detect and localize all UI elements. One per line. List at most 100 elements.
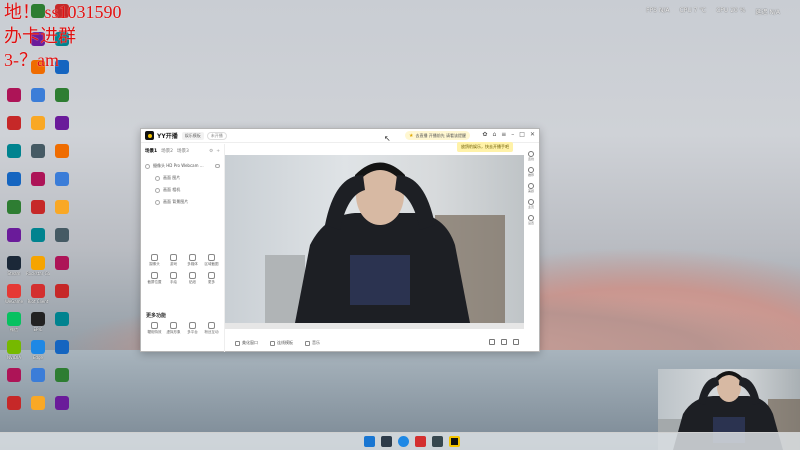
tool-multiplatform[interactable]: 多平台: [183, 322, 202, 335]
desktop-icon[interactable]: [50, 88, 74, 103]
desktop-icon[interactable]: [50, 368, 74, 383]
tool-fan-interact[interactable]: 粉丝互动: [202, 322, 221, 335]
desktop-icon[interactable]: [26, 368, 50, 383]
desktop-icon[interactable]: [26, 200, 50, 215]
steam-icon[interactable]: [381, 436, 392, 447]
gift-icon[interactable]: ✿: [482, 131, 487, 138]
source-icon: [145, 163, 150, 169]
close-icon[interactable]: ✕: [530, 131, 535, 138]
tool-avatar[interactable]: 虚拟形象: [164, 322, 183, 335]
app-icon: [55, 396, 69, 410]
list-item[interactable]: 摄像头 HD Pro Webcam ...: [145, 160, 220, 172]
desktop-icon[interactable]: [26, 144, 50, 159]
menu-icon[interactable]: ≡: [501, 131, 506, 138]
desktop-icon[interactable]: [2, 172, 26, 187]
desktop-icon[interactable]: [2, 116, 26, 131]
fullscreen-icon[interactable]: [513, 339, 519, 345]
list-item[interactable]: 画面 相机: [145, 184, 220, 196]
list-item[interactable]: 画面 图片: [145, 172, 220, 184]
preview-footer-strip: [225, 323, 524, 329]
desktop-icon[interactable]: [26, 88, 50, 103]
app-icon: [31, 396, 45, 410]
tab-scene-3[interactable]: 场景3: [177, 148, 189, 154]
notice-pill[interactable]: ★ 去直播 开播前先 请看该提醒: [405, 131, 471, 140]
rail-home[interactable]: 主页: [527, 199, 534, 209]
desktop-icon[interactable]: EPIC: [26, 312, 50, 332]
camera-preview[interactable]: [225, 155, 524, 323]
desktop-icon[interactable]: [26, 172, 50, 187]
desktop-icon[interactable]: NVIDIA: [2, 340, 26, 360]
platform-icon: [189, 322, 196, 329]
beautify-window-button[interactable]: 美化窗口: [235, 340, 258, 346]
desktop-icon[interactable]: [50, 172, 74, 187]
desktop-icon[interactable]: [50, 396, 74, 411]
desktop-icon[interactable]: [50, 200, 74, 215]
desktop-icon[interactable]: WeGame: [2, 284, 26, 304]
source-icon: [155, 199, 160, 205]
desktop-icon[interactable]: [50, 116, 74, 131]
desktop-icon[interactable]: [50, 340, 74, 355]
tool-firecracker[interactable]: 鞭炮特效: [145, 322, 164, 335]
link-template-button[interactable]: 连线模板: [270, 340, 293, 346]
desktop-icon[interactable]: [26, 116, 50, 131]
tool-sticker[interactable]: 贴纸: [183, 272, 202, 285]
yy-app-window[interactable]: YY开播 娱乐模板 未开播 ★ 去直播 开播前先 请看该提醒 ✿ ⌂ ≡ – □…: [140, 128, 540, 352]
desktop-icon[interactable]: Riot Client: [26, 284, 50, 304]
rail-beauty[interactable]: 美颜: [527, 183, 534, 193]
visibility-icon[interactable]: [215, 164, 220, 168]
tool-screen-pos[interactable]: 截屏位置: [145, 272, 164, 285]
desktop-icon[interactable]: Rockstar Games: [26, 256, 50, 276]
desktop-icon[interactable]: Edge: [26, 340, 50, 360]
layout-icon[interactable]: [489, 339, 495, 345]
tool-region-capture[interactable]: 区域截图: [202, 254, 221, 267]
yy-taskbar-icon[interactable]: [449, 436, 460, 447]
app-icon: [55, 200, 69, 214]
mode-tag[interactable]: 娱乐模板: [181, 131, 204, 140]
app-icon: [31, 312, 45, 326]
desktop-icon[interactable]: 微信: [2, 312, 26, 333]
app-icon[interactable]: [432, 436, 443, 447]
tool-game[interactable]: 游戏: [164, 254, 183, 267]
desktop-icon[interactable]: [50, 228, 74, 243]
desktop-icon[interactable]: [50, 256, 74, 271]
app-titlebar[interactable]: YY开播 娱乐模板 未开播 ★ 去直播 开播前先 请看该提醒 ✿ ⌂ ≡ – □…: [141, 129, 539, 143]
tool-label: 游戏: [170, 262, 177, 266]
maximize-icon[interactable]: □: [519, 131, 525, 138]
minimize-icon[interactable]: –: [511, 131, 514, 138]
desktop-icon[interactable]: [2, 368, 26, 383]
snapshot-icon[interactable]: [501, 339, 507, 345]
tab-scene-2[interactable]: 场景2: [161, 148, 173, 154]
tool-label: 区域截图: [204, 262, 219, 266]
tool-media[interactable]: 多媒体: [183, 254, 202, 267]
rail-link[interactable]: 连线: [527, 151, 534, 161]
add-scene-icon[interactable]: +: [216, 149, 220, 154]
desktop-icon[interactable]: [2, 88, 26, 103]
scene-settings-icon[interactable]: ⚙: [209, 149, 213, 154]
desktop-icon[interactable]: [26, 396, 50, 411]
rail-settings[interactable]: 设置: [527, 215, 534, 225]
desktop-icon[interactable]: Steam: [2, 256, 26, 276]
bottom-bar: 美化窗口 连线模板 音乐: [225, 337, 524, 349]
desktop-icon[interactable]: [2, 396, 26, 411]
app-icon: [31, 172, 45, 186]
windows-start-icon[interactable]: [364, 436, 375, 447]
music-button[interactable]: 音乐: [305, 340, 320, 346]
list-item[interactable]: 画面 背景图片: [145, 196, 220, 208]
tab-scene-1[interactable]: 场景1: [145, 148, 157, 154]
desktop-icon[interactable]: [2, 144, 26, 159]
tool-draw[interactable]: 手绘: [164, 272, 183, 285]
app-icon: [31, 116, 45, 130]
tool-more[interactable]: 更多: [202, 272, 221, 285]
app-icon: [31, 200, 45, 214]
desktop-icon[interactable]: [26, 228, 50, 243]
desktop-icon[interactable]: [2, 228, 26, 243]
tool-camera[interactable]: 摄像头: [145, 254, 164, 267]
desktop-icon[interactable]: [50, 144, 74, 159]
desktop-icon[interactable]: [50, 284, 74, 299]
home-icon[interactable]: ⌂: [492, 131, 496, 138]
riot-icon[interactable]: [415, 436, 426, 447]
rail-recommend[interactable]: 推荐: [527, 167, 534, 177]
desktop-icon[interactable]: [50, 312, 74, 327]
desktop-icon[interactable]: [2, 200, 26, 215]
edge-icon[interactable]: [398, 436, 409, 447]
